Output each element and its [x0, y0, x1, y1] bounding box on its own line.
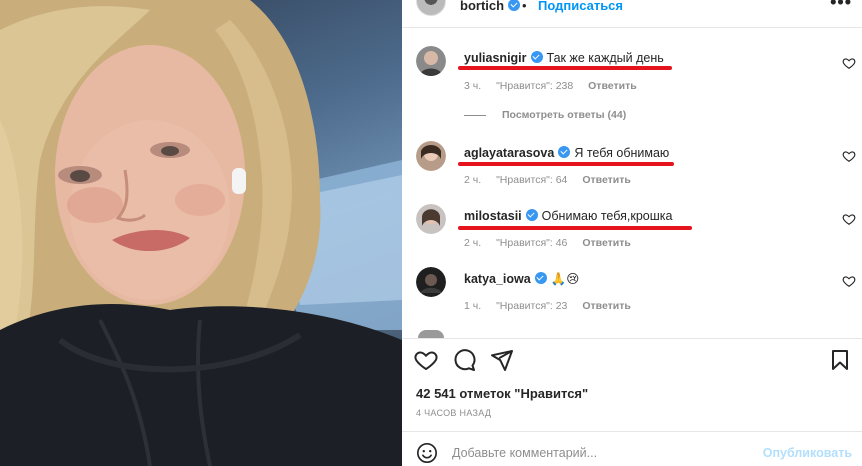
- verified-badge-icon: [534, 272, 547, 284]
- comment-meta: 2 ч. "Нравится": 64 Ответить: [464, 174, 643, 186]
- post-photo-illustration: [0, 0, 402, 466]
- comment-like-heart-icon[interactable]: [842, 212, 856, 226]
- reply-button[interactable]: Ответить: [582, 300, 631, 312]
- more-options-icon[interactable]: •••: [830, 0, 852, 13]
- reply-button[interactable]: Ответить: [582, 237, 631, 249]
- highlight-underline: [458, 66, 672, 70]
- commenter-avatar[interactable]: [416, 141, 446, 171]
- commenter-avatar-image: [416, 204, 446, 234]
- commenter-avatar[interactable]: [416, 46, 446, 76]
- comment-meta: 1 ч. "Нравится": 23 Ответить: [464, 300, 643, 312]
- comment-like-heart-icon[interactable]: [842, 56, 856, 70]
- author-avatar[interactable]: [416, 0, 446, 16]
- comment-likes[interactable]: "Нравится": 64: [496, 174, 567, 186]
- comment-meta: 2 ч. "Нравится": 46 Ответить: [464, 237, 643, 249]
- comment-line: yuliasnigir Так же каждый день: [464, 51, 664, 65]
- comment-item: aglayatarasova Я тебя обнимаю 2 ч. "Нрави…: [402, 141, 862, 201]
- comment-likes[interactable]: "Нравится": 238: [496, 80, 573, 92]
- comment-time: 2 ч.: [464, 174, 482, 186]
- commenter-username[interactable]: aglayatarasova: [464, 146, 554, 160]
- reply-button[interactable]: Ответить: [582, 174, 631, 186]
- post-timestamp: 4 ЧАСОВ НАЗАД: [416, 408, 492, 418]
- commenter-avatar-image: [416, 141, 446, 171]
- verified-badge-icon: [558, 146, 571, 158]
- comment-text: Так же каждый день: [546, 51, 664, 65]
- comment-time: 2 ч.: [464, 237, 482, 249]
- comment-line: aglayatarasova Я тебя обнимаю: [464, 146, 669, 160]
- follow-button[interactable]: Подписаться: [538, 0, 623, 13]
- add-comment-bar: Опубликовать: [402, 436, 862, 466]
- comment-item: milostasii Обнимаю тебя,крошка 2 ч. "Нрав…: [402, 204, 862, 264]
- comment-time: 1 ч.: [464, 300, 482, 312]
- commenter-avatar[interactable]: [416, 204, 446, 234]
- add-comment-divider: [402, 431, 862, 432]
- comment-like-heart-icon[interactable]: [842, 274, 856, 288]
- comment-likes[interactable]: "Нравится": 23: [496, 300, 567, 312]
- view-replies-button[interactable]: Посмотреть ответы (44): [464, 109, 626, 121]
- comment-item: yuliasnigir Так же каждый день 3 ч. "Нрав…: [402, 46, 862, 106]
- commenter-username[interactable]: katya_iowa: [464, 272, 531, 286]
- comment-like-heart-icon[interactable]: [842, 149, 856, 163]
- verified-badge-icon: [530, 51, 543, 63]
- likes-count[interactable]: 42 541 отметок "Нравится": [416, 386, 588, 401]
- heart-icon[interactable]: [414, 348, 438, 372]
- commenter-avatar-image: [416, 267, 446, 297]
- actions-divider: [402, 338, 862, 339]
- reply-button[interactable]: Ответить: [588, 80, 637, 92]
- post-photo: [0, 0, 402, 466]
- comment-text: 🙏😢: [550, 272, 580, 286]
- bookmark-icon[interactable]: [828, 348, 852, 372]
- commenter-username[interactable]: milostasii: [464, 209, 522, 223]
- commenter-username[interactable]: yuliasnigir: [464, 51, 527, 65]
- highlight-underline: [458, 226, 692, 230]
- comment-meta: 3 ч. "Нравится": 238 Ответить: [464, 80, 649, 92]
- next-comment-avatar-partial: [418, 330, 444, 338]
- author-username[interactable]: bortich: [460, 0, 521, 13]
- emoji-icon[interactable]: [416, 442, 438, 464]
- comment-icon[interactable]: [452, 348, 476, 372]
- post-action-bar: [402, 344, 862, 374]
- add-comment-input[interactable]: [452, 442, 752, 464]
- comment-item: katya_iowa 🙏😢 1 ч. "Нравится": 23 Ответит…: [402, 267, 862, 327]
- comment-text: Я тебя обнимаю: [574, 146, 670, 160]
- send-icon[interactable]: [490, 348, 514, 372]
- comment-line: milostasii Обнимаю тебя,крошка: [464, 209, 672, 223]
- commenter-avatar[interactable]: [416, 267, 446, 297]
- header-separator: •: [522, 0, 527, 13]
- publish-button[interactable]: Опубликовать: [763, 446, 852, 460]
- post-panel: bortich • Подписаться ••• yuliasnigir Так…: [402, 0, 862, 466]
- verified-badge-icon: [525, 209, 538, 221]
- author-username-text[interactable]: bortich: [460, 0, 504, 13]
- post-header: bortich • Подписаться •••: [402, 0, 862, 28]
- comment-text: Обнимаю тебя,крошка: [541, 209, 673, 223]
- highlight-underline: [458, 162, 674, 166]
- comment-line: katya_iowa 🙏😢: [464, 271, 579, 287]
- commenter-avatar-image: [416, 46, 446, 76]
- comment-likes[interactable]: "Нравится": 46: [496, 237, 567, 249]
- comment-time: 3 ч.: [464, 80, 482, 92]
- verified-badge-icon: [508, 0, 521, 11]
